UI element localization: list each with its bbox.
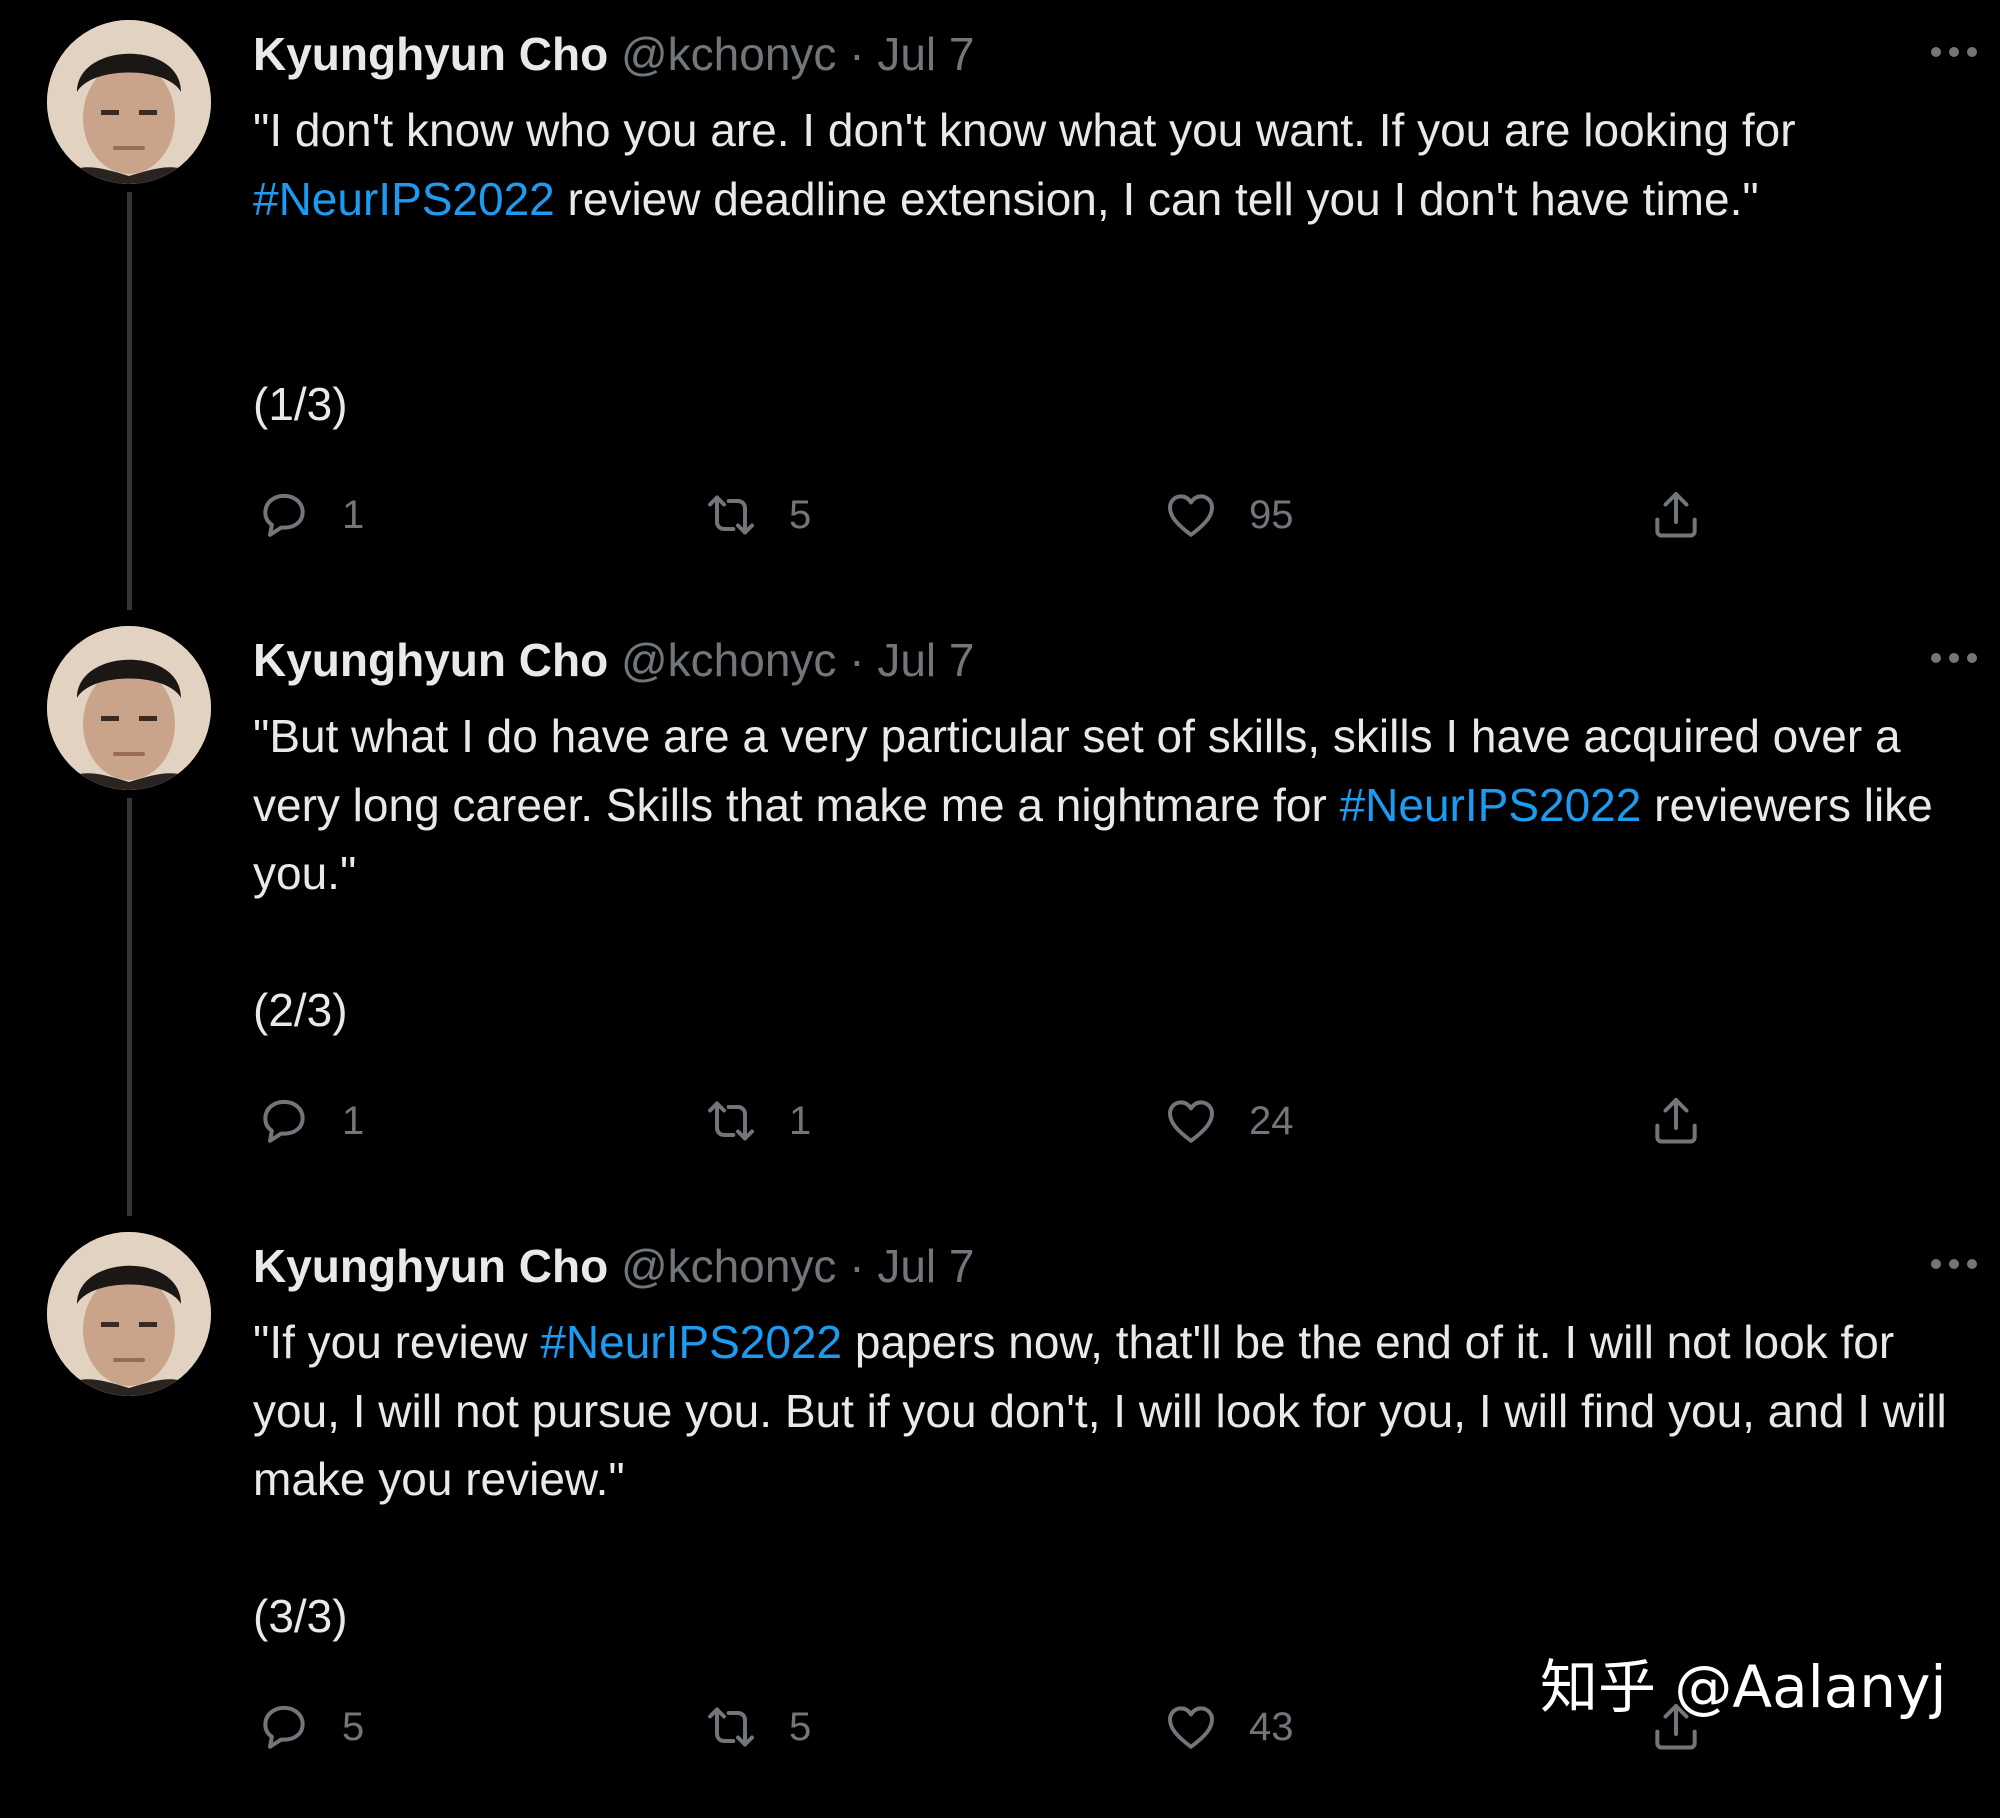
thread-counter: (1/3) xyxy=(253,378,348,430)
share-icon xyxy=(1655,492,1697,538)
retweet-count: 1 xyxy=(789,1098,812,1143)
avatar-photo xyxy=(47,20,211,184)
reply-button[interactable]: 1 xyxy=(256,1086,364,1156)
tweet-header: Kyunghyun Cho @kchonyc · Jul 7 xyxy=(253,1234,974,1298)
like-button[interactable]: 43 xyxy=(1163,1692,1294,1762)
hashtag-link[interactable]: #NeurIPS2022 xyxy=(540,1316,842,1368)
thread-counter: (3/3) xyxy=(253,1590,348,1642)
author-name[interactable]: Kyunghyun Cho xyxy=(253,28,608,80)
author-name[interactable]: Kyunghyun Cho xyxy=(253,634,608,686)
heart-icon xyxy=(1168,1100,1214,1143)
tweet-header: Kyunghyun Cho @kchonyc · Jul 7 xyxy=(253,22,974,86)
retweet-count: 5 xyxy=(789,492,812,537)
reply-button[interactable]: 5 xyxy=(256,1692,364,1762)
tweet-text: "I don't know who you are. I don't know … xyxy=(253,96,1973,233)
more-icon xyxy=(1931,653,1977,663)
hashtag-link[interactable]: #NeurIPS2022 xyxy=(1340,779,1642,831)
more-button[interactable] xyxy=(1924,1234,1984,1294)
retweet-icon xyxy=(708,1101,754,1141)
retweet-button[interactable]: 5 xyxy=(703,480,811,550)
more-button[interactable] xyxy=(1924,628,1984,688)
more-icon xyxy=(1931,47,1977,57)
tweet-header: Kyunghyun Cho @kchonyc · Jul 7 xyxy=(253,628,974,692)
tweet-date[interactable]: Jul 7 xyxy=(877,634,974,686)
tweet-text: "If you review #NeurIPS2022 papers now, … xyxy=(253,1308,1973,1514)
author-handle[interactable]: @kchonyc xyxy=(621,1240,836,1292)
more-button[interactable] xyxy=(1924,22,1984,82)
avatar[interactable] xyxy=(47,20,211,184)
share-button[interactable] xyxy=(1648,1086,1704,1156)
retweet-icon xyxy=(708,495,754,535)
avatar-photo xyxy=(47,626,211,790)
like-button[interactable]: 24 xyxy=(1163,1086,1294,1156)
tweet-date[interactable]: Jul 7 xyxy=(877,1240,974,1292)
separator-dot: · xyxy=(849,28,865,80)
author-name[interactable]: Kyunghyun Cho xyxy=(253,1240,608,1292)
heart-icon xyxy=(1168,494,1214,537)
like-count: 43 xyxy=(1249,1704,1294,1749)
reply-button[interactable]: 1 xyxy=(256,480,364,550)
share-icon xyxy=(1655,1098,1697,1144)
tweet-text-part: "If you review xyxy=(253,1316,541,1368)
reply-icon xyxy=(263,493,305,537)
retweet-icon xyxy=(708,1707,754,1747)
separator-dot: · xyxy=(849,634,865,686)
like-count: 95 xyxy=(1249,492,1294,537)
reply-count: 1 xyxy=(342,1098,365,1143)
author-handle[interactable]: @kchonyc xyxy=(621,28,836,80)
like-count: 24 xyxy=(1249,1098,1294,1143)
thread-counter: (2/3) xyxy=(253,984,348,1036)
reply-count: 1 xyxy=(342,492,365,537)
reply-icon xyxy=(263,1099,305,1143)
retweet-count: 5 xyxy=(789,1704,812,1749)
separator-dot: · xyxy=(849,1240,865,1292)
like-button[interactable]: 95 xyxy=(1163,480,1294,550)
hashtag-link[interactable]: #NeurIPS2022 xyxy=(253,173,555,225)
heart-icon xyxy=(1168,1706,1214,1749)
avatar-photo xyxy=(47,1232,211,1396)
retweet-button[interactable]: 5 xyxy=(703,1692,811,1762)
tweet-text-part: review deadline extension, I can tell yo… xyxy=(554,172,1759,225)
tweet-text-part: "I don't know who you are. I don't know … xyxy=(253,104,1796,156)
watermark: 知乎 @Aalanyj xyxy=(1540,1653,1947,1721)
action-bar: 1 1 24 xyxy=(0,1086,2000,1156)
share-button[interactable] xyxy=(1648,480,1704,550)
retweet-button[interactable]: 1 xyxy=(703,1086,811,1156)
reply-icon xyxy=(263,1705,305,1749)
author-handle[interactable]: @kchonyc xyxy=(621,634,836,686)
tweet-text: "But what I do have are a very particula… xyxy=(253,702,1973,908)
tweet[interactable]: Kyunghyun Cho @kchonyc · Jul 7 "But what… xyxy=(0,606,2000,1216)
avatar[interactable] xyxy=(47,1232,211,1396)
action-bar: 1 5 95 xyxy=(0,480,2000,550)
tweet[interactable]: Kyunghyun Cho @kchonyc · Jul 7 "I don't … xyxy=(0,0,2000,610)
reply-count: 5 xyxy=(342,1704,365,1749)
tweet-date[interactable]: Jul 7 xyxy=(877,28,974,80)
more-icon xyxy=(1931,1259,1977,1269)
avatar[interactable] xyxy=(47,626,211,790)
tweet[interactable]: Kyunghyun Cho @kchonyc · Jul 7 "If you r… xyxy=(0,1212,2000,1818)
